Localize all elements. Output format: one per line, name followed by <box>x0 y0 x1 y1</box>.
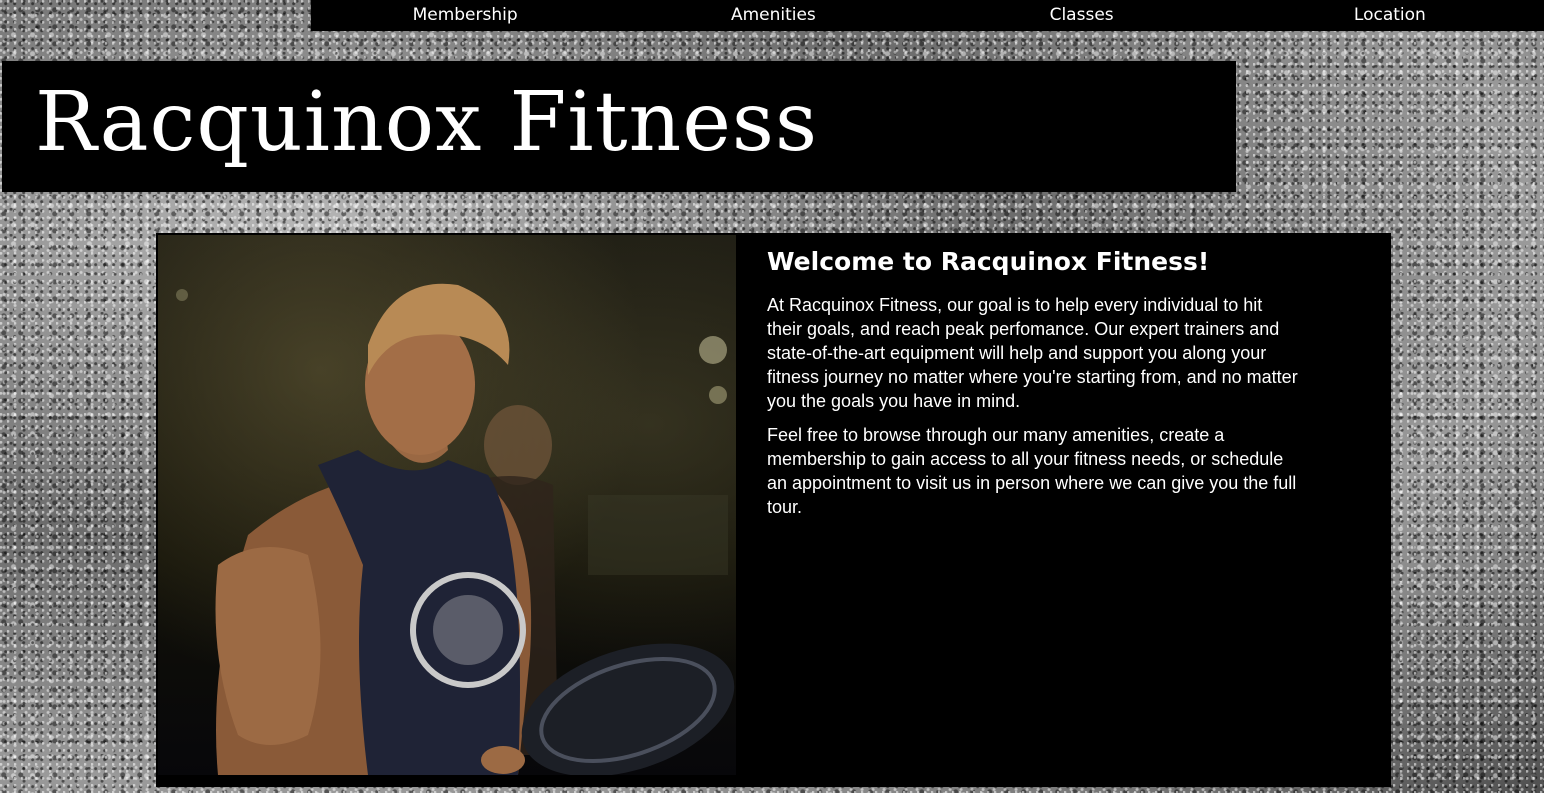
welcome-heading: Welcome to Racquinox Fitness! <box>767 247 1210 276</box>
top-nav: Membership Amenities Classes Location <box>311 0 1544 31</box>
hero-image <box>158 235 736 775</box>
welcome-section: Welcome to Racquinox Fitness! At Racquin… <box>156 233 1391 787</box>
site-title: Racquinox Fitness <box>35 75 819 170</box>
site-header: Racquinox Fitness <box>2 61 1236 192</box>
nav-item-amenities[interactable]: Amenities <box>619 0 927 31</box>
nav-item-membership[interactable]: Membership <box>311 0 619 31</box>
browse-paragraph: Feel free to browse through our many ame… <box>767 425 1297 517</box>
nav-item-classes[interactable]: Classes <box>928 0 1236 31</box>
athlete-illustration <box>176 283 735 775</box>
nav-item-location[interactable]: Location <box>1236 0 1544 31</box>
welcome-content: Welcome to Racquinox Fitness! At Racquin… <box>767 245 1307 529</box>
intro-paragraph: At Racquinox Fitness, our goal is to hel… <box>767 295 1298 411</box>
